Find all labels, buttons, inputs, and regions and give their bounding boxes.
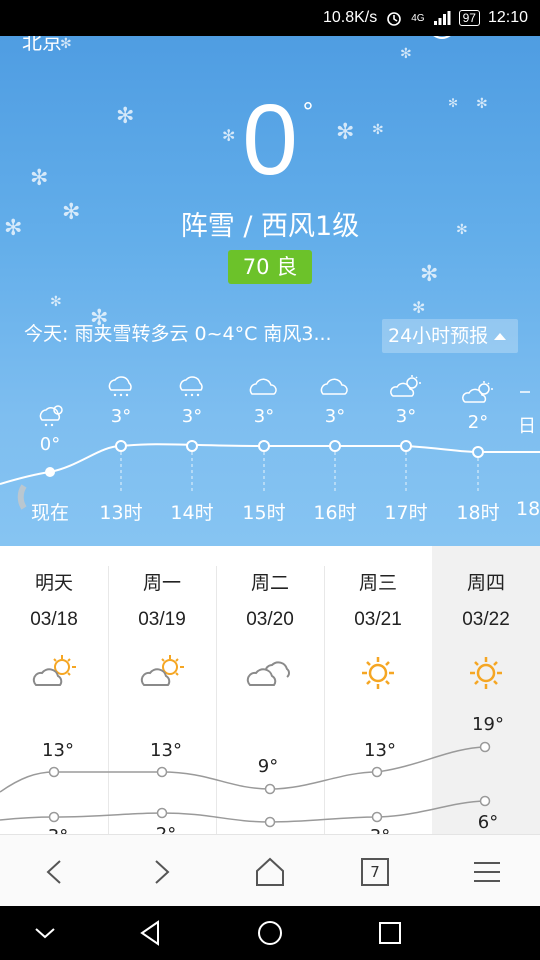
hour-item: 3°: [234, 374, 294, 427]
hour-item: 日: [518, 380, 540, 438]
hour-time: 15时: [242, 502, 286, 524]
hourly-forecast[interactable]: 0° 3° 3° 3° 3° 3° 2° 日 现在 13时 14时 15时 16…: [0, 366, 540, 536]
today-summary: 今天: 雨夹雪转多云 0~4°C 南风3...: [24, 323, 332, 345]
back-arrow-icon[interactable]: [38, 855, 72, 889]
hour-temp: 3°: [253, 406, 275, 427]
home-circle-icon[interactable]: [255, 918, 285, 948]
hour-time: 13时: [99, 502, 143, 524]
snowflake-icon: ✻: [412, 298, 426, 317]
cloud-icon: [320, 378, 348, 395]
forward-arrow-icon[interactable]: [144, 855, 178, 889]
clock: 12:10: [487, 9, 528, 26]
battery-icon: 97: [458, 10, 480, 26]
day-low-temp: 3°: [28, 826, 88, 834]
recents-icon[interactable]: [375, 918, 405, 948]
bottom-toolbar: 7: [0, 834, 540, 906]
day-high-temp: 13°: [150, 740, 182, 761]
hour-item: 3°: [305, 374, 365, 427]
hour-time: 18时: [456, 502, 500, 524]
hour-temp: 3°: [395, 406, 417, 427]
hour-time: 18: [516, 498, 540, 520]
snow-sun-icon: [39, 405, 63, 427]
hour-temp: 3°: [324, 406, 346, 427]
hour-temp: 3°: [110, 406, 132, 427]
hourly-forecast-label: 24小时预报: [388, 325, 489, 347]
day-low-temp: 3°: [350, 826, 410, 834]
cloud-icon: [249, 378, 277, 395]
sun-icon: [520, 391, 530, 393]
refresh-icon[interactable]: [426, 36, 458, 44]
partly-cloudy-icon: [390, 375, 421, 397]
alarm-icon: [387, 12, 402, 26]
hour-temp: 2°: [467, 412, 489, 433]
status-bar: 10.8K/s 4G 97 12:10: [0, 0, 540, 36]
daily-forecast[interactable]: 明天 03/18 周一 03/19 周二 03/20 周三 03/21 周四 0…: [0, 546, 540, 834]
day-high-temp: 9°: [257, 756, 279, 777]
back-icon[interactable]: [136, 918, 166, 948]
day-high-temp: 13°: [364, 740, 396, 761]
hour-time: 14时: [170, 502, 214, 524]
hour-item: 3°: [91, 374, 151, 427]
hour-temp: 0°: [39, 434, 61, 455]
tabs-button[interactable]: 7: [361, 858, 389, 886]
signal-icon: [433, 11, 451, 25]
hour-item: 3°: [376, 374, 436, 427]
hour-time: 16时: [313, 502, 357, 524]
hour-temp: 日: [518, 416, 536, 437]
aqi-badge[interactable]: 70 良: [228, 250, 312, 284]
hourly-forecast-button[interactable]: 24小时预报: [382, 319, 518, 353]
home-icon[interactable]: [253, 855, 287, 889]
partly-cloudy-icon: [462, 381, 493, 403]
weather-condition: 阵雪 / 西风1级: [180, 211, 360, 242]
city-name[interactable]: 北京: [22, 36, 62, 55]
hour-item: 3°: [162, 374, 222, 427]
snowflake-icon: ✻: [400, 46, 412, 62]
day-low-temp: 2°: [136, 824, 196, 834]
current-weather-panel: ✻ ✻ ✻ ✻ ✻ ✻ ✻ ✻ ✻ ✻ ✻ ✻ ✻ ✻ ✻ ✻ 北京 0 ° 阵…: [0, 36, 540, 546]
day-low-temp: 6°: [477, 812, 499, 833]
degree-symbol: °: [302, 98, 314, 126]
collapse-icon[interactable]: [30, 918, 60, 948]
daily-temperature-lines: [0, 741, 491, 828]
day-high-temp: 13°: [42, 740, 74, 761]
system-nav-bar: [0, 906, 540, 960]
menu-icon[interactable]: [488, 36, 520, 44]
hour-time: 17时: [384, 502, 428, 524]
menu-icon[interactable]: [470, 855, 504, 889]
net-speed: 10.8K/s: [322, 9, 378, 26]
hour-item: 0°: [20, 402, 80, 455]
current-temperature: 0 °: [0, 90, 540, 190]
network-type: 4G: [411, 12, 425, 24]
caret-up-icon: [494, 333, 507, 340]
snowflake-icon: ✻: [420, 262, 439, 287]
hour-time: 现在: [30, 502, 69, 524]
snowflake-icon: ✻: [50, 294, 62, 310]
temperature-value: 0: [242, 84, 298, 196]
hour-temp: 3°: [181, 406, 203, 427]
snow-cloud-icon: [108, 376, 132, 397]
day-high-temp: 19°: [472, 714, 504, 735]
snow-cloud-icon: [179, 376, 203, 397]
hour-item: 2°: [448, 380, 508, 433]
